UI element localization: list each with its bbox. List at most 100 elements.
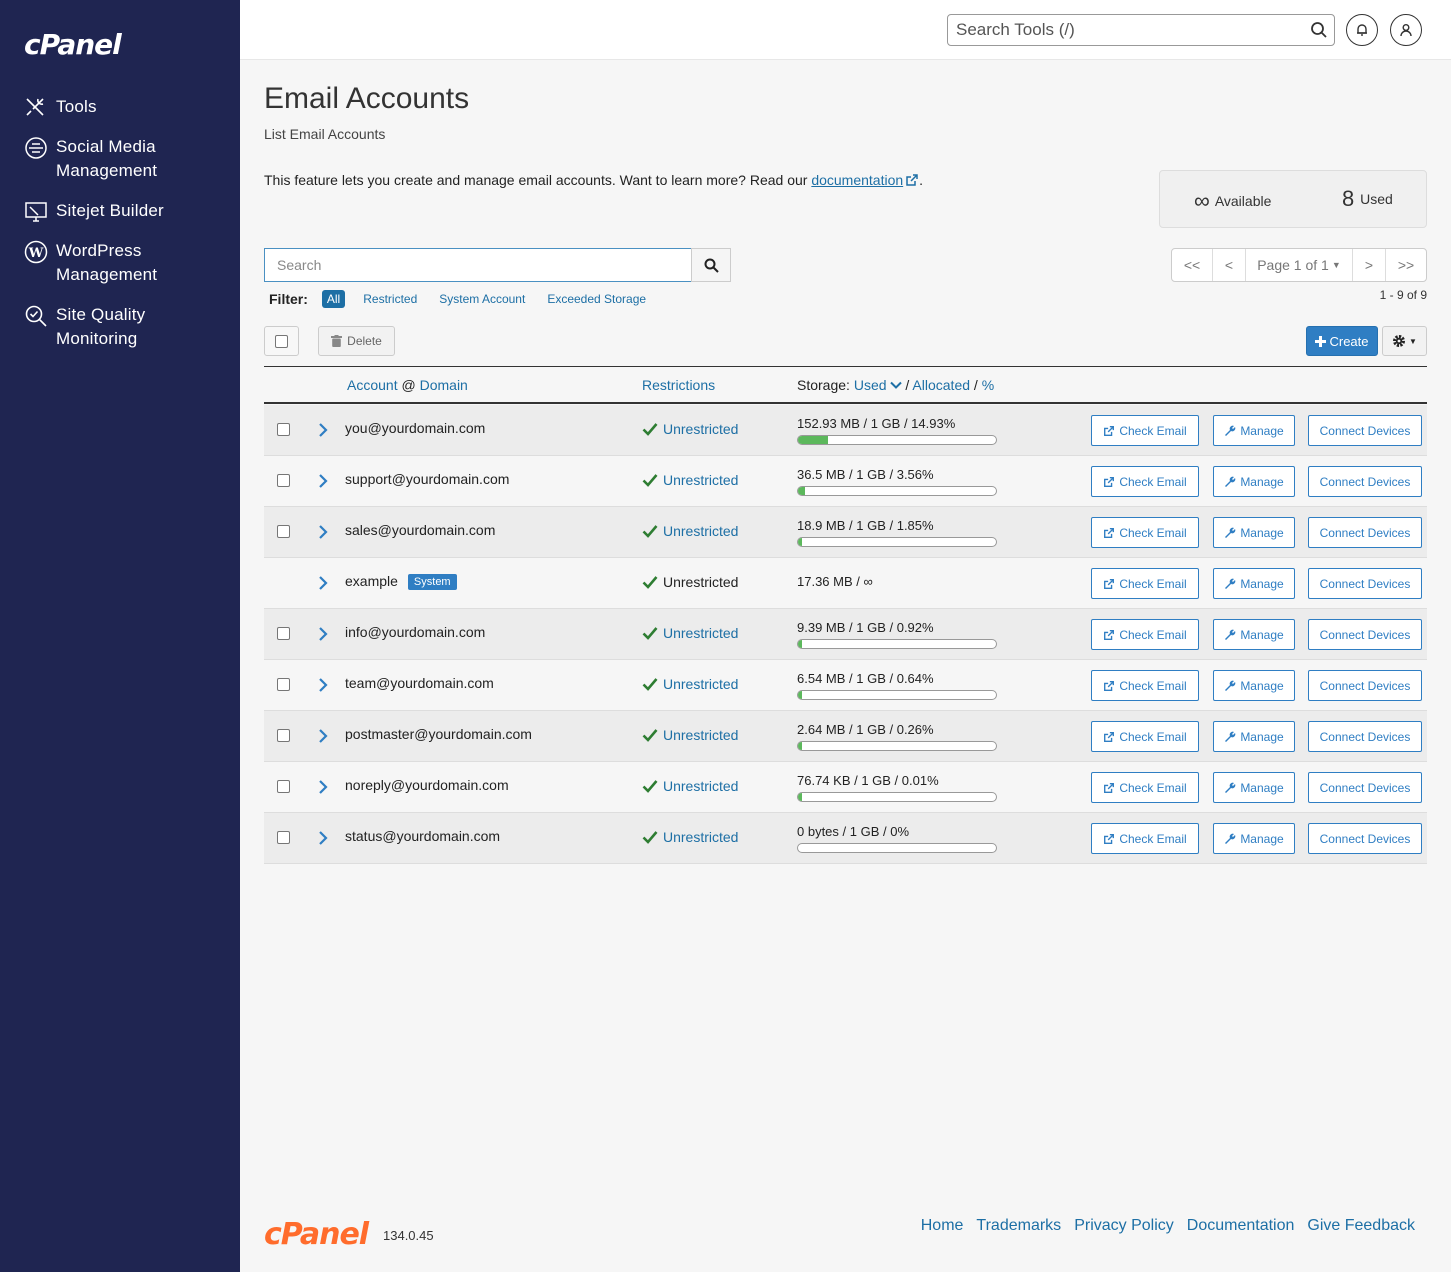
footer-link-feedback[interactable]: Give Feedback [1307, 1217, 1415, 1235]
chevron-right-icon[interactable] [316, 829, 330, 847]
last-page-button[interactable]: >> [1385, 249, 1426, 281]
filter-system-account[interactable]: System Account [439, 292, 525, 306]
sort-domain[interactable]: Domain [420, 377, 468, 393]
footer-link-documentation[interactable]: Documentation [1187, 1217, 1295, 1235]
chevron-right-icon[interactable] [316, 472, 330, 490]
connect-devices-button[interactable]: Connect Devices [1308, 670, 1422, 701]
restriction-status[interactable]: Unrestricted [642, 421, 738, 437]
check-email-button[interactable]: Check Email [1091, 466, 1199, 497]
cpanel-logo[interactable]: cPanel [24, 28, 144, 65]
chevron-right-icon[interactable] [316, 523, 330, 541]
row-checkbox[interactable] [277, 627, 290, 640]
row-checkbox[interactable] [277, 678, 290, 691]
create-button[interactable]: Create [1306, 326, 1378, 356]
search-icon[interactable] [1310, 21, 1328, 39]
connect-devices-button[interactable]: Connect Devices [1308, 568, 1422, 599]
check-email-button[interactable]: Check Email [1091, 823, 1199, 854]
tools-search-input[interactable] [947, 14, 1335, 46]
manage-button[interactable]: Manage [1213, 466, 1295, 497]
manage-button[interactable]: Manage [1213, 823, 1295, 854]
settings-dropdown-button[interactable]: ▼ [1382, 326, 1427, 356]
delete-button[interactable]: Delete [318, 326, 395, 356]
first-page-button[interactable]: << [1172, 249, 1212, 281]
checkbox[interactable] [275, 334, 288, 348]
chevron-right-icon[interactable] [316, 421, 330, 439]
next-page-button[interactable]: > [1352, 249, 1385, 281]
prev-page-button[interactable]: < [1212, 249, 1245, 281]
connect-devices-label: Connect Devices [1319, 576, 1411, 591]
sort-restrictions[interactable]: Restrictions [642, 377, 715, 393]
filter-restricted[interactable]: Restricted [363, 292, 417, 306]
connect-devices-button[interactable]: Connect Devices [1308, 823, 1422, 854]
restriction-status[interactable]: Unrestricted [642, 829, 738, 845]
page-select[interactable]: Page 1 of 1 ▼ [1245, 249, 1352, 281]
row-checkbox[interactable] [277, 525, 290, 538]
account-search-input[interactable] [264, 248, 692, 282]
account-name: support@yourdomain.com [345, 471, 509, 487]
sort-used[interactable]: Used [854, 377, 887, 393]
connect-devices-button[interactable]: Connect Devices [1308, 517, 1422, 548]
sidebar-item-tools[interactable]: Tools [24, 95, 206, 120]
chevron-right-icon[interactable] [316, 727, 330, 745]
chevron-right-icon[interactable] [316, 778, 330, 796]
notifications-button[interactable] [1346, 14, 1378, 46]
check-email-button[interactable]: Check Email [1091, 568, 1199, 599]
restriction-status[interactable]: Unrestricted [642, 625, 738, 641]
storage-bar-fill [798, 538, 802, 546]
sort-allocated[interactable]: Allocated [912, 377, 970, 393]
restriction-status[interactable]: Unrestricted [642, 523, 738, 539]
check-email-button[interactable]: Check Email [1091, 721, 1199, 752]
row-checkbox[interactable] [277, 474, 290, 487]
connect-devices-button[interactable]: Connect Devices [1308, 415, 1422, 446]
connect-devices-button[interactable]: Connect Devices [1308, 619, 1422, 650]
account-name: status@yourdomain.com [345, 828, 500, 844]
check-email-button[interactable]: Check Email [1091, 415, 1199, 446]
footer-link-privacy[interactable]: Privacy Policy [1074, 1217, 1174, 1235]
select-all-checkbox[interactable] [264, 326, 299, 356]
restriction-status[interactable]: Unrestricted [642, 727, 738, 743]
restriction-status[interactable]: Unrestricted [642, 778, 738, 794]
manage-button[interactable]: Manage [1213, 415, 1295, 446]
row-checkbox[interactable] [277, 423, 290, 436]
create-label: Create [1329, 333, 1369, 349]
chevron-right-icon[interactable] [316, 625, 330, 643]
connect-devices-button[interactable]: Connect Devices [1308, 721, 1422, 752]
connect-devices-button[interactable]: Connect Devices [1308, 772, 1422, 803]
check-email-button[interactable]: Check Email [1091, 619, 1199, 650]
account-name: info@yourdomain.com [345, 624, 485, 640]
filter-exceeded-storage[interactable]: Exceeded Storage [547, 292, 646, 306]
row-checkbox[interactable] [277, 831, 290, 844]
sidebar-item-wordpress[interactable]: W WordPress Management [24, 239, 206, 287]
restriction-status[interactable]: Unrestricted [642, 472, 738, 488]
sort-account[interactable]: Account [347, 377, 398, 393]
manage-button[interactable]: Manage [1213, 670, 1295, 701]
manage-button[interactable]: Manage [1213, 721, 1295, 752]
account-search-button[interactable] [691, 248, 731, 282]
documentation-link[interactable]: documentation [811, 172, 903, 188]
check-email-button[interactable]: Check Email [1091, 517, 1199, 548]
user-menu-button[interactable] [1390, 14, 1422, 46]
restriction-label: Unrestricted [663, 676, 739, 692]
row-checkbox[interactable] [277, 729, 290, 742]
external-link-icon [906, 174, 918, 186]
connect-devices-button[interactable]: Connect Devices [1308, 466, 1422, 497]
check-email-button[interactable]: Check Email [1091, 772, 1199, 803]
restriction-label: Unrestricted [663, 421, 739, 437]
manage-button[interactable]: Manage [1213, 619, 1295, 650]
row-checkbox[interactable] [277, 780, 290, 793]
sidebar-item-label: Sitejet Builder [56, 201, 164, 220]
sidebar-item-site-quality[interactable]: Site Quality Monitoring [24, 303, 206, 351]
manage-button[interactable]: Manage [1213, 517, 1295, 548]
chevron-right-icon[interactable] [316, 676, 330, 694]
manage-button[interactable]: Manage [1213, 568, 1295, 599]
sort-percent[interactable]: % [982, 377, 994, 393]
filter-all[interactable]: All [321, 290, 346, 308]
manage-button[interactable]: Manage [1213, 772, 1295, 803]
footer-link-trademarks[interactable]: Trademarks [976, 1217, 1061, 1235]
restriction-status[interactable]: Unrestricted [642, 676, 738, 692]
sidebar-item-sitejet[interactable]: Sitejet Builder [24, 199, 206, 224]
check-email-button[interactable]: Check Email [1091, 670, 1199, 701]
footer-link-home[interactable]: Home [921, 1217, 964, 1235]
sidebar-item-social-media[interactable]: Social Media Management [24, 135, 206, 183]
chevron-right-icon[interactable] [316, 574, 330, 592]
